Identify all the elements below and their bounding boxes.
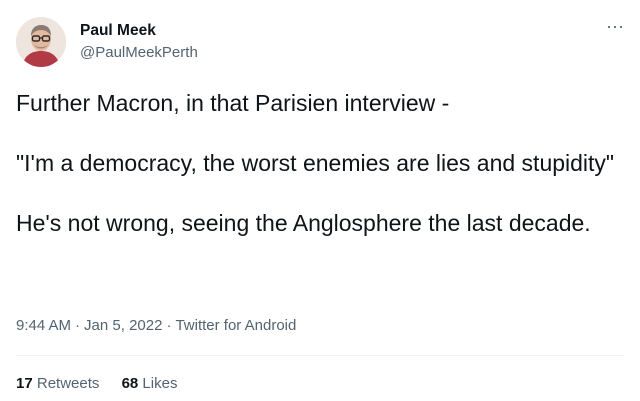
tweet-paragraph: He's not wrong, seeing the Anglosphere t… [16, 210, 591, 236]
retweets-label: Retweets [36, 375, 100, 392]
meta-separator: · [166, 317, 172, 334]
tweet-stats: 17 Retweets 68 Likes [16, 375, 195, 392]
likes-count: 68 [121, 375, 139, 392]
more-horizontal-icon[interactable]: ··· [606, 17, 624, 35]
retweets-stat[interactable]: 17 Retweets [16, 375, 99, 392]
tweet-source[interactable]: Twitter for Android [175, 317, 296, 334]
avatar-image [16, 17, 66, 67]
tweet-date[interactable]: Jan 5, 2022 [84, 317, 162, 334]
tweet-paragraph: Further Macron, in that Parisien intervi… [16, 90, 450, 116]
likes-label: Likes [142, 375, 178, 392]
tweet-text: Further Macron, in that Parisien intervi… [16, 88, 616, 238]
meta-separator: · [75, 317, 81, 334]
avatar[interactable] [16, 17, 66, 67]
tweet-time[interactable]: 9:44 AM [16, 317, 71, 334]
retweets-count: 17 [16, 375, 33, 392]
author-name[interactable]: Paul Meek [80, 22, 156, 40]
divider [16, 355, 624, 356]
tweet-meta: 9:44 AM · Jan 5, 2022 · Twitter for Android [16, 317, 296, 334]
likes-stat[interactable]: 68 Likes [122, 375, 178, 392]
author-handle[interactable]: @PaulMeekPerth [80, 44, 198, 61]
tweet-card: Paul Meek @PaulMeekPerth ··· Further Mac… [0, 0, 640, 401]
tweet-paragraph: "I'm a democracy, the worst enemies are … [16, 150, 615, 176]
